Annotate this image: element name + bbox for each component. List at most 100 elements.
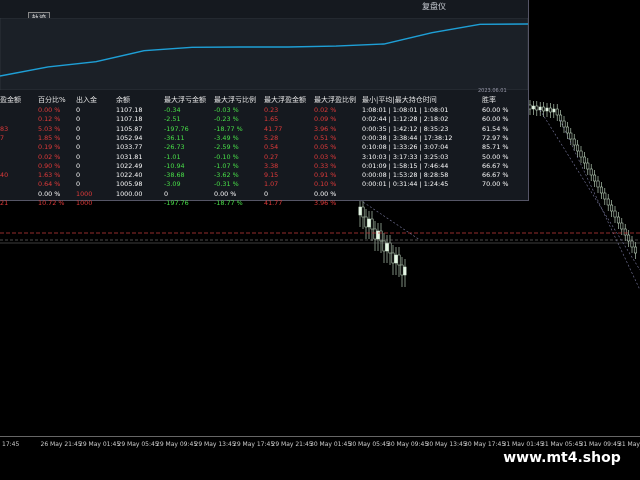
table-header-cell: 百分比% xyxy=(38,96,66,104)
table-cell: 1.63 % xyxy=(38,171,61,180)
candle-body xyxy=(397,254,401,266)
table-cell: 0.10 % xyxy=(314,180,337,189)
candle-body xyxy=(620,222,624,230)
table-cell: 3:10:03 | 3:17:33 | 3:25:03 xyxy=(362,152,449,161)
watermark: www.mt4.shop xyxy=(496,446,628,470)
table-cell: 0:00:01 | 0:31:44 | 1:24:45 xyxy=(362,180,449,189)
table-cell: 66.67 % xyxy=(482,171,509,180)
table-cell: 0 xyxy=(76,161,81,170)
table-cell: 1107.18 xyxy=(116,106,143,114)
candle-body xyxy=(538,106,542,111)
table-cell: -197.76 xyxy=(164,199,189,207)
table-cell: 40 xyxy=(0,171,9,180)
table-cell: -36.11 xyxy=(164,133,185,142)
table-cell: -26.73 xyxy=(164,143,185,152)
table-cell: 0:02:44 | 1:12:28 | 2:18:02 xyxy=(362,115,449,124)
table-cell: 1005.98 xyxy=(116,180,143,189)
table-cell: -3.62 % xyxy=(214,171,239,180)
time-axis-label: 17:45 xyxy=(2,441,20,448)
table-cell: 1033.77 xyxy=(116,143,143,152)
table-cell: -0.10 % xyxy=(214,152,239,161)
table-cell: 0.91 % xyxy=(314,171,337,180)
table-cell: 0.05 % xyxy=(314,143,337,152)
table-cell: 0.02 % xyxy=(38,152,61,161)
table-cell: 10.72 % xyxy=(38,199,65,207)
candle-body xyxy=(373,228,377,240)
table-cell: 0:00:08 | 1:53:28 | 8:28:58 xyxy=(362,171,449,180)
table-cell: -38.68 xyxy=(164,171,185,180)
candle-body xyxy=(579,150,583,158)
table-cell: 66.67 % xyxy=(482,161,509,170)
table-cell: 0 xyxy=(76,152,81,161)
table-cell: -0.23 % xyxy=(214,115,239,124)
time-axis-label: 26 May 21:45 xyxy=(40,441,82,448)
candle-body xyxy=(586,162,590,170)
table-cell: 0.51 % xyxy=(314,133,337,142)
table-cell: 3.96 % xyxy=(314,124,337,133)
table-cell: 0:00:38 | 3:38:44 | 17:38:12 xyxy=(362,133,453,142)
table-cell: 3.96 % xyxy=(314,199,337,207)
candle-body xyxy=(531,105,535,110)
replay-panel: 复盘仪 轨迹 2023.06.01 盈金额百分比%出入金余额最大浮亏金额最大浮亏… xyxy=(0,0,529,207)
time-axis-label: 29 May 09:45 xyxy=(156,441,198,448)
candle-body xyxy=(589,168,593,176)
curve-date-label: 2023.06.01 xyxy=(478,88,507,94)
table-cell: 1.07 xyxy=(264,180,279,189)
table-cell: 0.00 % xyxy=(38,189,61,198)
candle-body xyxy=(552,108,556,113)
table-cell: 0.27 xyxy=(264,152,279,161)
candle-body xyxy=(545,107,549,112)
table-cell: 1000 xyxy=(76,189,93,198)
candle-body xyxy=(623,228,627,236)
table-cell: -18.77 % xyxy=(214,124,243,133)
table-cell: 0.09 % xyxy=(314,115,337,124)
candle-body xyxy=(633,246,637,254)
table-cell: -18.77 % xyxy=(214,199,243,207)
candle-body xyxy=(376,230,380,240)
candle-body xyxy=(388,242,392,254)
time-axis-label: 30 May 01:45 xyxy=(310,441,352,448)
table-cell: 1052.94 xyxy=(116,133,143,142)
table-cell: 0.33 % xyxy=(314,161,337,170)
table-cell: 61.54 % xyxy=(482,124,509,133)
time-axis-label: 30 May 13:45 xyxy=(425,441,467,448)
table-cell: 0 xyxy=(264,189,269,198)
time-axis-label: 29 May 05:45 xyxy=(117,441,159,448)
candle-body xyxy=(606,198,610,206)
table-row: 21 10.72 % 1000 -197.76 -18.77 % 41.77 3.96 % xyxy=(0,199,528,209)
candle-body xyxy=(562,120,566,128)
table-cell: -1.01 xyxy=(164,152,181,161)
candle-body xyxy=(576,144,580,152)
table-cell: -0.34 xyxy=(164,106,181,114)
candle-body xyxy=(528,104,532,110)
candle-body xyxy=(630,240,634,248)
table-cell: 0.23 xyxy=(264,106,279,114)
table-cell: 72.97 % xyxy=(482,133,509,142)
table-cell: 0.54 xyxy=(264,143,279,152)
table-cell: 1107.18 xyxy=(116,115,143,124)
equity-curve-chart xyxy=(0,18,528,90)
table-cell: -1.07 % xyxy=(214,161,239,170)
candle-body xyxy=(403,266,407,276)
table-header-row: 盈金额 百分比% 出入金 余额 最大浮亏金额 最大浮亏比例 最大浮盈金额 最大浮盈比例 最小|平… xyxy=(0,95,528,105)
table-cell: 60.00 % xyxy=(482,115,509,124)
table-cell: 1105.87 xyxy=(116,124,143,133)
table-cell: -2.51 xyxy=(164,115,181,124)
table-cell: 41.77 xyxy=(264,199,283,207)
table-cell: 0:10:08 | 1:33:26 | 3:07:04 xyxy=(362,143,449,152)
axis-divider xyxy=(0,436,640,437)
candle-body xyxy=(542,106,546,112)
table-cell: 1000 xyxy=(76,199,93,207)
table-header-cell: 最大浮盈比例 xyxy=(314,96,356,104)
table-cell: 50.00 % xyxy=(482,152,509,161)
table-cell: -3.49 % xyxy=(214,133,239,142)
table-cell: 1022.49 xyxy=(116,161,143,170)
candle-body xyxy=(572,138,576,146)
candle-body xyxy=(382,240,386,252)
table-cell: 83 xyxy=(0,124,9,133)
table-cell: 0.12 % xyxy=(38,115,61,124)
table-cell: 7 xyxy=(0,133,5,142)
candle-body xyxy=(582,156,586,164)
candle-body xyxy=(364,216,368,228)
table-cell: -3.09 xyxy=(164,180,181,189)
